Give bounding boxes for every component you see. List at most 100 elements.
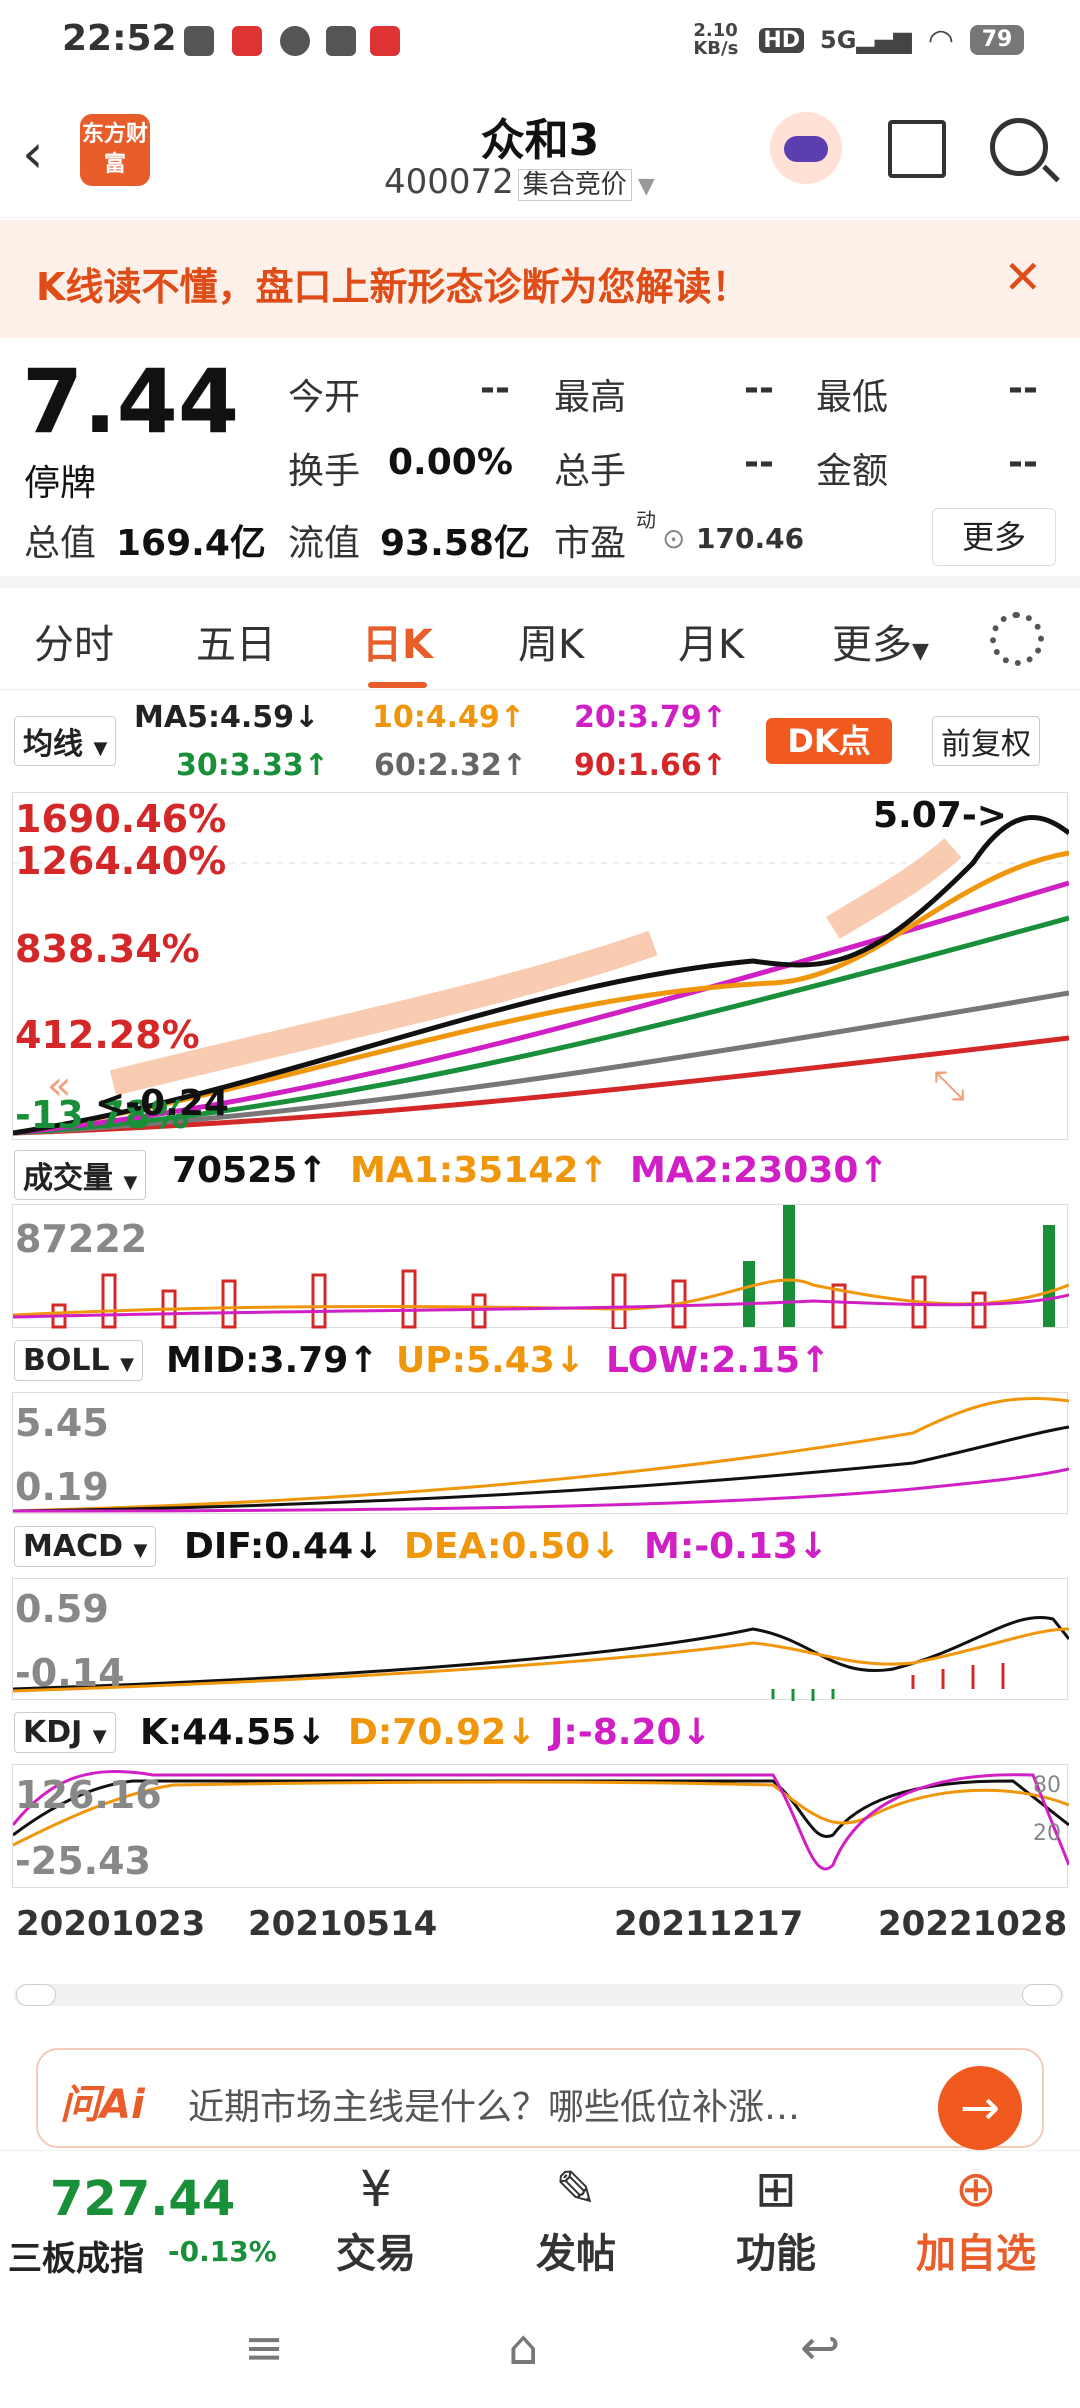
ai-ask-bar[interactable]: 问Ai 近期市场主线是什么？哪些低位补涨… → [36, 2048, 1044, 2150]
index-change: -0.13% [168, 2235, 277, 2268]
system-nav-bar: ≡ ⌂ ↩ [0, 2280, 1080, 2408]
fullscreen-icon[interactable]: ⤡ [933, 1063, 965, 1109]
indicator-select-boll[interactable]: BOLL ▼ [14, 1340, 143, 1381]
float-label: 流值 [288, 523, 361, 564]
macd-dif-line [13, 1616, 1069, 1691]
boll-mid-line [13, 1425, 1069, 1513]
send-icon [326, 26, 356, 56]
turnover-label: 换手 [288, 451, 361, 492]
trade-label: 交易 [336, 2231, 416, 2277]
chevron-down-icon: ▼ [637, 174, 655, 199]
indicator-select-macd[interactable]: MACD ▼ [14, 1526, 157, 1567]
gear-icon[interactable] [990, 612, 1044, 666]
low-label: 最低 [816, 377, 889, 418]
stock-header: ‹ 东方财富 众和3 400072 集合竞价 ▼ [0, 90, 1080, 218]
search-icon[interactable] [990, 118, 1048, 176]
boll-select-label: BOLL [23, 1343, 110, 1378]
chevron-down-icon: ▼ [123, 1172, 138, 1193]
scroll-handle-right[interactable] [1022, 1984, 1062, 2006]
y-axis-label: 838.34% [15, 927, 200, 971]
dk-point-button[interactable]: DK点 [766, 718, 892, 764]
stock-code-row[interactable]: 400072 集合竞价 ▼ [384, 162, 655, 202]
kdj-k-line [13, 1779, 1069, 1839]
share-icon[interactable] [888, 120, 946, 178]
y-axis-label: 1264.40% [15, 839, 227, 883]
ma60-value: 60:2.32↑ [374, 748, 527, 783]
stock-code: 400072 [384, 162, 514, 202]
scroll-handle-left[interactable] [16, 1984, 56, 2006]
ma30-value: 30:3.33↑ [176, 748, 329, 783]
index-value: 727.44 [50, 2171, 236, 2227]
open-value: -- [480, 368, 510, 409]
macd-chart [13, 1616, 1069, 1701]
hd-icon: HD [759, 27, 805, 53]
date-label: 20221028 [878, 1904, 1068, 1944]
kline-chart-panel[interactable]: 1690.46% 1264.40% 838.34% 412.28% -13.78… [12, 792, 1069, 1140]
chevron-down-icon: ▼ [93, 738, 108, 759]
min-price-label: <-0.24 [95, 1083, 229, 1124]
volume-chart [13, 1205, 1069, 1329]
app-notification-icon [370, 26, 400, 56]
chevron-down-icon: ▼ [92, 1726, 107, 1747]
info-icon[interactable]: ⊙ [662, 522, 685, 555]
pe-value: 170.46 [696, 522, 805, 555]
trade-button[interactable]: ¥ 交易 [306, 2151, 446, 2281]
indicator-select-volume[interactable]: 成交量 ▼ [14, 1150, 147, 1200]
indicator-select-ma[interactable]: 均线 ▼ [14, 716, 117, 766]
boll-mid: MID:3.79↑ [166, 1340, 379, 1381]
open-label: 今开 [288, 377, 361, 418]
high-label: 最高 [554, 377, 627, 418]
indicator-select-kdj[interactable]: KDJ ▼ [14, 1712, 116, 1753]
add-watchlist-button[interactable]: ⊕ 加自选 [906, 2151, 1046, 2281]
boll-axis-bottom: 0.19 [15, 1465, 109, 1509]
macd-m: M:-0.13↓ [644, 1526, 829, 1567]
tab-daily-k[interactable]: 日K [362, 612, 433, 688]
ma20-value: 20:3.79↑ [574, 700, 727, 735]
pe-label: 市盈 [554, 523, 627, 564]
tab-five-day[interactable]: 五日 [196, 612, 276, 670]
home-icon[interactable]: ⌂ [508, 2320, 538, 2376]
kdj-level-20: 20 [1033, 1821, 1061, 1846]
date-label: 20210514 [248, 1904, 438, 1944]
date-label: 20201023 [16, 1904, 206, 1944]
amount-value: -- [1008, 442, 1038, 483]
assistant-robot-icon[interactable] [770, 112, 842, 184]
ai-question: 近期市场主线是什么？哪些低位补涨… [188, 2087, 801, 2128]
trade-icon: ¥ [360, 2160, 392, 2218]
boll-panel[interactable]: 5.45 0.19 [12, 1392, 1069, 1514]
chart-scrollbar[interactable] [14, 1984, 1064, 2006]
tab-monthly-k[interactable]: 月K [678, 612, 744, 670]
signal-band [826, 838, 962, 940]
post-button[interactable]: ✎ 发帖 [506, 2151, 646, 2281]
tab-more[interactable]: 更多▼ [832, 612, 929, 670]
adjust-select[interactable]: 前复权 [932, 716, 1040, 766]
ai-logo: 问Ai [60, 2082, 145, 2128]
add-watchlist-label: 加自选 [916, 2231, 1036, 2277]
tab-weekly-k[interactable]: 周K [518, 612, 584, 670]
macd-axis-bottom: -0.14 [15, 1651, 125, 1695]
bottom-toolbar: 727.44 三板成指 -0.13% ¥ 交易 ✎ 发帖 ⊞ 功能 ⊕ 加自选 [0, 2150, 1080, 2280]
promo-banner[interactable]: K线读不懂，盘口上新形态诊断为您解读！ ✕ [0, 220, 1080, 338]
y-axis-label: 1690.46% [15, 797, 227, 841]
market-tag: 集合竞价 [517, 169, 632, 201]
back-nav-icon[interactable]: ↩ [800, 2320, 840, 2376]
wechat-icon [280, 26, 310, 56]
last-price: 7.44 [22, 350, 240, 453]
macd-panel[interactable]: 0.59 -0.14 [12, 1578, 1069, 1701]
function-button[interactable]: ⊞ 功能 [706, 2151, 846, 2281]
signal-icon: 5G▂▄▆ [820, 26, 912, 54]
kdj-panel[interactable]: 126.16 -25.43 80 20 [12, 1764, 1069, 1888]
volume-label: 总手 [554, 451, 627, 492]
menu-icon[interactable]: ≡ [244, 2320, 284, 2376]
index-name: 三板成指 [8, 2239, 144, 2279]
volume-panel[interactable]: 87222 [12, 1204, 1069, 1329]
tab-intraday[interactable]: 分时 [34, 612, 114, 670]
amount-label: 金额 [816, 451, 889, 492]
boll-up: UP:5.43↓ [396, 1340, 585, 1381]
volume-value: -- [744, 442, 774, 483]
more-button[interactable]: 更多 [932, 508, 1056, 566]
close-icon[interactable]: ✕ [1003, 250, 1042, 304]
arrow-right-icon[interactable]: → [938, 2066, 1022, 2150]
y-axis-label: 412.28% [15, 1013, 200, 1057]
scroll-left-icon[interactable]: « [47, 1063, 71, 1109]
